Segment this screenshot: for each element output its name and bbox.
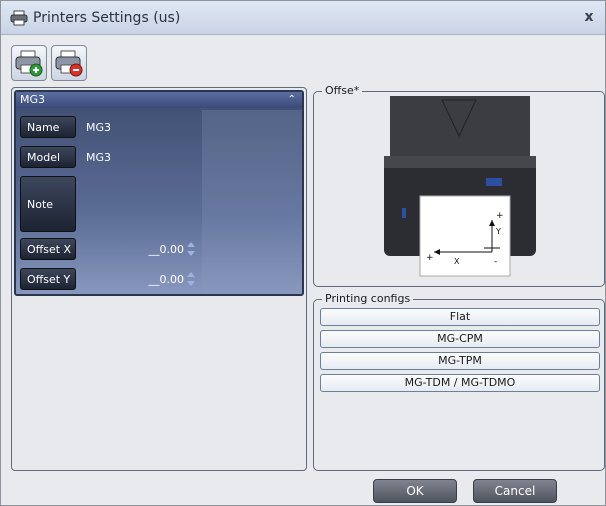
printer-group-header[interactable]: MG3 ⌃ [16,92,302,108]
config-mg-cpm-button[interactable]: MG-CPM [320,330,600,348]
offset-y-label: Offset Y [20,268,76,290]
printer-group-title: MG3 [20,93,46,106]
printing-configs-legend: Printing configs [322,292,414,305]
offset-panel: Offse* + Y X + - [313,84,605,287]
offset-x-label: Offset X [20,238,76,260]
add-printer-button[interactable] [11,45,47,81]
diagram-y-label: Y [495,227,501,236]
toolbar [11,45,87,83]
offset-x-value[interactable]: __0.00 [134,243,185,256]
name-value[interactable]: MG3 [86,121,111,134]
note-label: Note [20,176,76,232]
diagram-plus-x: + [426,253,434,263]
printing-configs-panel: Printing configs Flat MG-CPM MG-TPM MG-T… [313,292,605,471]
diagram-minus-x: - [494,257,497,267]
close-button[interactable]: x [581,9,597,25]
model-value[interactable]: MG3 [86,151,111,164]
offset-y-value[interactable]: __0.00 [134,273,185,286]
printers-settings-window: Printers Settings (us) x MG3 ⌃ Name MG3 … [0,0,606,506]
printer-icon [10,10,28,25]
config-flat-button[interactable]: Flat [320,308,600,326]
config-mg-tpm-button[interactable]: MG-TPM [320,352,600,370]
title-bar: Printers Settings (us) x [1,1,605,35]
printer-offset-diagram: + Y X + - [384,96,536,277]
remove-printer-icon [55,50,83,77]
offset-x-spinner-icon[interactable] [186,240,196,258]
field-column-bg [202,110,302,294]
note-field[interactable] [86,180,196,230]
ok-button[interactable]: OK [373,479,457,503]
config-mg-tdm-button[interactable]: MG-TDM / MG-TDMO [320,374,600,392]
remove-printer-button[interactable] [51,45,87,81]
printer-group-mg3: MG3 ⌃ Name MG3 Model MG3 Note Offset X _… [14,90,304,296]
window-title: Printers Settings (us) [33,9,181,26]
model-label: Model [20,146,76,168]
offset-legend: Offse* [322,84,363,97]
diagram-plus-y: + [496,211,504,221]
offset-y-spinner-icon[interactable] [186,270,196,288]
add-printer-icon [15,50,43,77]
collapse-chevron-icon[interactable]: ⌃ [288,92,296,108]
name-label: Name [20,116,76,138]
cancel-button[interactable]: Cancel [473,479,557,503]
diagram-x-label: X [454,257,460,266]
printer-list-panel: MG3 ⌃ Name MG3 Model MG3 Note Offset X _… [11,87,307,471]
